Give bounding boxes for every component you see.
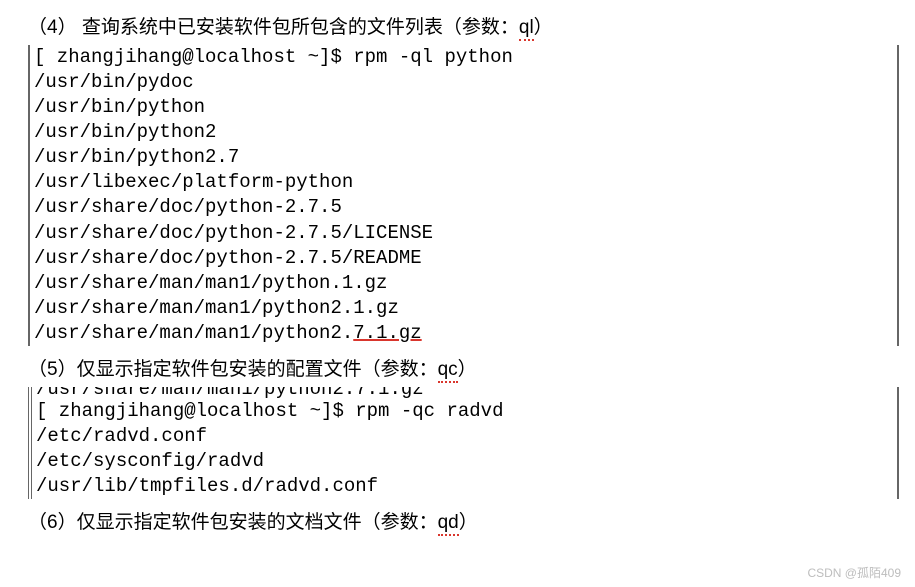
term-last-a: /usr/share/man/man1/python2. — [34, 322, 353, 344]
term-line: /etc/sysconfig/radvd — [32, 449, 897, 474]
term-line: /usr/share/man/man1/python.1.gz — [30, 271, 897, 296]
term-line: [ zhangjihang@localhost ~]$ rpm -qc radv… — [32, 399, 897, 424]
s4-param: ql — [519, 17, 534, 39]
term-line: /usr/share/doc/python-2.7.5/LICENSE — [30, 221, 897, 246]
s4-prefix: （4） — [28, 17, 82, 38]
s6-prefix: （6） — [28, 512, 77, 533]
watermark: CSDN @孤陌409 — [807, 564, 901, 581]
term-cut-line: /usr/share/man/man1/python2.7.1.gz — [32, 387, 897, 399]
term-line: /usr/share/man/man1/python2.1.gz — [30, 296, 897, 321]
s5-suffix: ） — [458, 359, 477, 380]
term-line: /usr/bin/python2.7 — [30, 145, 897, 170]
s4-suffix: ） — [534, 17, 553, 38]
section-5-heading: （5）仅显示指定软件包安装的配置文件（参数：qc） — [28, 354, 907, 381]
term-line: /usr/share/man/man1/python2.7.1.gz — [30, 321, 897, 346]
term-line: /etc/radvd.conf — [32, 424, 897, 449]
term-line: /usr/bin/python — [30, 95, 897, 120]
s4-text: 查询系统中已安装软件包所包含的文件列表（参数： — [82, 17, 519, 38]
s6-text: 仅显示指定软件包安装的文档文件（参数： — [77, 512, 438, 533]
term-line: [ zhangjihang@localhost ~]$ rpm -ql pyth… — [30, 45, 897, 70]
terminal-block-2: /usr/share/man/man1/python2.7.1.gz [ zha… — [28, 387, 899, 499]
term-line: /usr/lib/tmpfiles.d/radvd.conf — [32, 474, 897, 499]
s5-text: 仅显示指定软件包安装的配置文件（参数： — [77, 359, 438, 380]
section-6-heading: （6）仅显示指定软件包安装的文档文件（参数：qd） — [28, 507, 907, 534]
section-4-heading: （4） 查询系统中已安装软件包所包含的文件列表（参数：ql） — [28, 12, 907, 39]
s5-prefix: （5） — [28, 359, 77, 380]
term-line: /usr/libexec/platform-python — [30, 170, 897, 195]
terminal-block-1: [ zhangjihang@localhost ~]$ rpm -ql pyth… — [28, 45, 899, 346]
term-last-b: 7.1.gz — [353, 322, 421, 344]
term-line: /usr/share/doc/python-2.7.5 — [30, 195, 897, 220]
term-line: /usr/bin/pydoc — [30, 70, 897, 95]
term-line: /usr/share/doc/python-2.7.5/README — [30, 246, 897, 271]
s5-param: qc — [438, 359, 458, 381]
term-line: /usr/bin/python2 — [30, 120, 897, 145]
s6-param: qd — [438, 512, 459, 534]
s6-suffix: ） — [459, 512, 478, 533]
